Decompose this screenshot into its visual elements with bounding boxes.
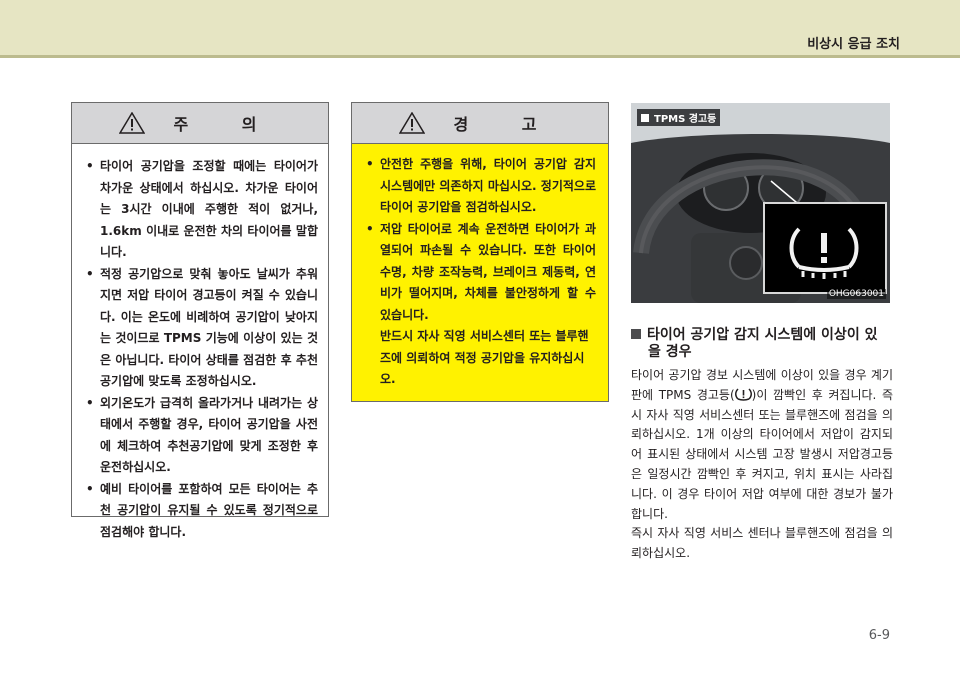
body-paragraph-2: 즉시 자사 직영 서비스 센터나 블루핸즈에 점검을 의뢰하십시오. bbox=[631, 526, 893, 561]
caution-title: 주 의 bbox=[173, 115, 281, 134]
warning-extra: 반드시 자사 직영 서비스센터 또는 블루핸즈에 의뢰하여 적정 공기압을 유지… bbox=[380, 329, 589, 386]
figure-code: OHG063001 bbox=[826, 289, 886, 299]
section-body: 타이어 공기압 경보 시스템에 이상이 있을 경우 계기판에 TPMS 경고등(… bbox=[631, 366, 893, 564]
body-paragraph-1: 타이어 공기압 경보 시스템에 이상이 있을 경우 계기판에 TPMS 경고등(… bbox=[631, 366, 893, 524]
section-heading: 타이어 공기압 감지 시스템에 이상이 있 을 경우 bbox=[631, 327, 896, 361]
caution-box: 주 의 타이어 공기압을 조정할 때에는 타이어가 차가운 상태에서 하십시오.… bbox=[71, 102, 329, 539]
warning-list: 안전한 주행을 위해, 타이어 공기압 감지 시스템에만 의존하지 마십시오. … bbox=[352, 144, 608, 326]
figure-label: TPMS 경고등 bbox=[637, 109, 721, 126]
page-number: 6-9 bbox=[868, 628, 890, 643]
tpms-inline-icon bbox=[734, 387, 752, 401]
heading-line-2: 을 경우 bbox=[648, 344, 692, 360]
caution-item: 적정 공기압으로 맞춰 놓아도 날씨가 추워지면 저압 타이어 경고등이 켜질 … bbox=[86, 264, 318, 393]
heading-line-1: 타이어 공기압 감지 시스템에 이상이 있 bbox=[647, 327, 878, 343]
figure-label-text: TPMS 경고등 bbox=[654, 114, 717, 125]
warning-header: 경 고 bbox=[352, 103, 608, 144]
caution-item: 타이어 공기압을 조정할 때에는 타이어가 차가운 상태에서 하십시오. 차가운… bbox=[86, 156, 318, 264]
warning-box: 경 고 안전한 주행을 위해, 타이어 공기압 감지 시스템에만 의존하지 마십… bbox=[351, 102, 609, 402]
heading-square-icon bbox=[631, 329, 641, 339]
para1-after-icon: )이 깜빡인 후 켜집니다. 즉시 자사 직영 서비스센터 또는 블루핸즈에 점… bbox=[631, 387, 893, 521]
caution-item: 외기온도가 급격히 올라가거나 내려가는 상태에서 주행할 경우, 타이어 공기… bbox=[86, 393, 318, 479]
warning-title: 경 고 bbox=[453, 115, 561, 134]
bullet-square-icon bbox=[641, 113, 649, 122]
warning-triangle-icon bbox=[119, 112, 146, 134]
dashboard-photo: TPMS 경고등 OHG063001 bbox=[631, 103, 890, 303]
dashboard-illustration bbox=[631, 103, 890, 303]
caution-list: 타이어 공기압을 조정할 때에는 타이어가 차가운 상태에서 하십시오. 차가운… bbox=[72, 144, 328, 543]
section-title: 비상시 응급 조치 bbox=[807, 37, 900, 52]
caution-header: 주 의 bbox=[72, 103, 328, 144]
warning-item: 저압 타이어로 계속 운전하면 타이어가 과열되어 파손될 수 있습니다. 또한… bbox=[366, 219, 596, 327]
warning-triangle-icon bbox=[399, 112, 426, 134]
caution-item: 예비 타이어를 포함하여 모든 타이어는 추천 공기압이 유지될 수 있도록 정… bbox=[86, 479, 318, 544]
warning-item: 안전한 주행을 위해, 타이어 공기압 감지 시스템에만 의존하지 마십시오. … bbox=[366, 154, 596, 219]
